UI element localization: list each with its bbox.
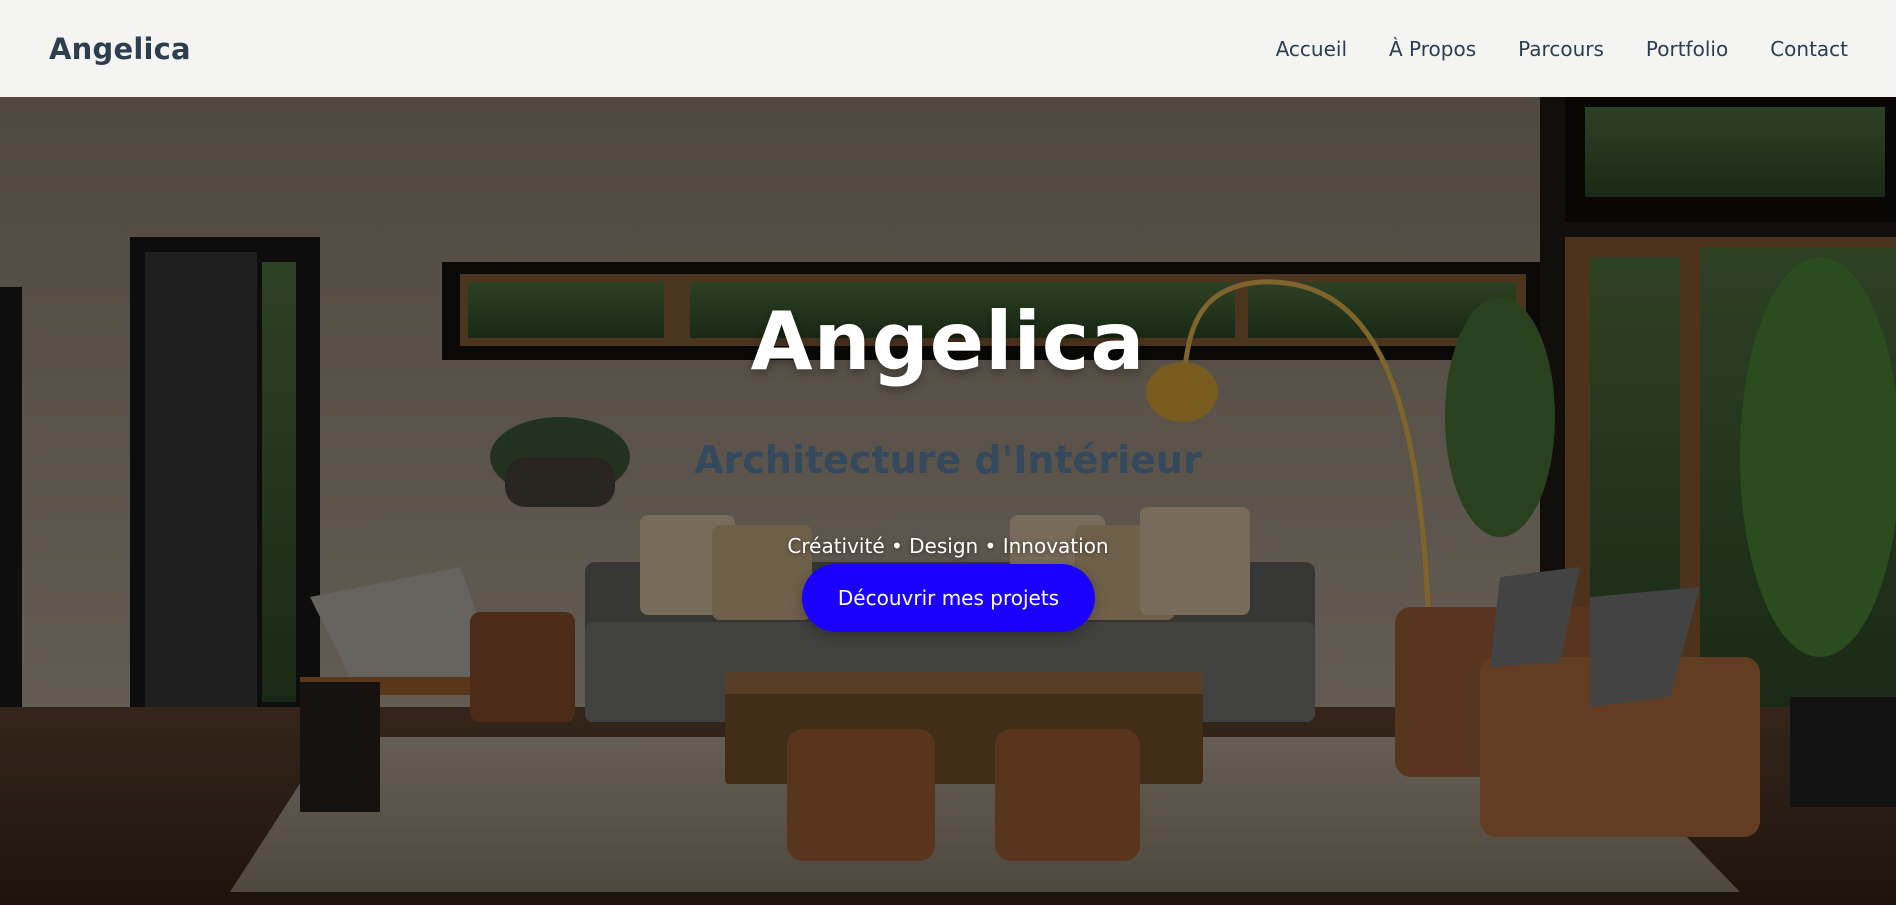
nav-link-parcours[interactable]: Parcours bbox=[1518, 37, 1604, 61]
hero-section: Angelica Architecture d'Intérieur Créati… bbox=[0, 97, 1896, 905]
hero-subtitle: Architecture d'Intérieur bbox=[694, 438, 1202, 482]
hero-title: Angelica bbox=[750, 295, 1146, 388]
nav-link-a-propos[interactable]: À Propos bbox=[1389, 37, 1476, 61]
hero-content: Angelica Architecture d'Intérieur Créati… bbox=[0, 97, 1896, 905]
nav-item-parcours: Parcours bbox=[1518, 37, 1604, 61]
nav-item-contact: Contact bbox=[1770, 37, 1848, 61]
nav-item-accueil: Accueil bbox=[1276, 37, 1347, 61]
nav-links: Accueil À Propos Parcours Portfolio Cont… bbox=[1276, 37, 1848, 61]
nav-link-contact[interactable]: Contact bbox=[1770, 37, 1848, 61]
nav-item-a-propos: À Propos bbox=[1389, 37, 1476, 61]
navbar: Angelica Accueil À Propos Parcours Portf… bbox=[0, 0, 1896, 97]
main-nav: Accueil À Propos Parcours Portfolio Cont… bbox=[1276, 37, 1848, 61]
nav-link-portfolio[interactable]: Portfolio bbox=[1646, 37, 1728, 61]
nav-link-accueil[interactable]: Accueil bbox=[1276, 37, 1347, 61]
hero-tagline: Créativité • Design • Innovation bbox=[787, 534, 1109, 558]
discover-projects-button[interactable]: Découvrir mes projets bbox=[802, 564, 1095, 632]
nav-item-portfolio: Portfolio bbox=[1646, 37, 1728, 61]
brand-logo[interactable]: Angelica bbox=[49, 32, 191, 66]
